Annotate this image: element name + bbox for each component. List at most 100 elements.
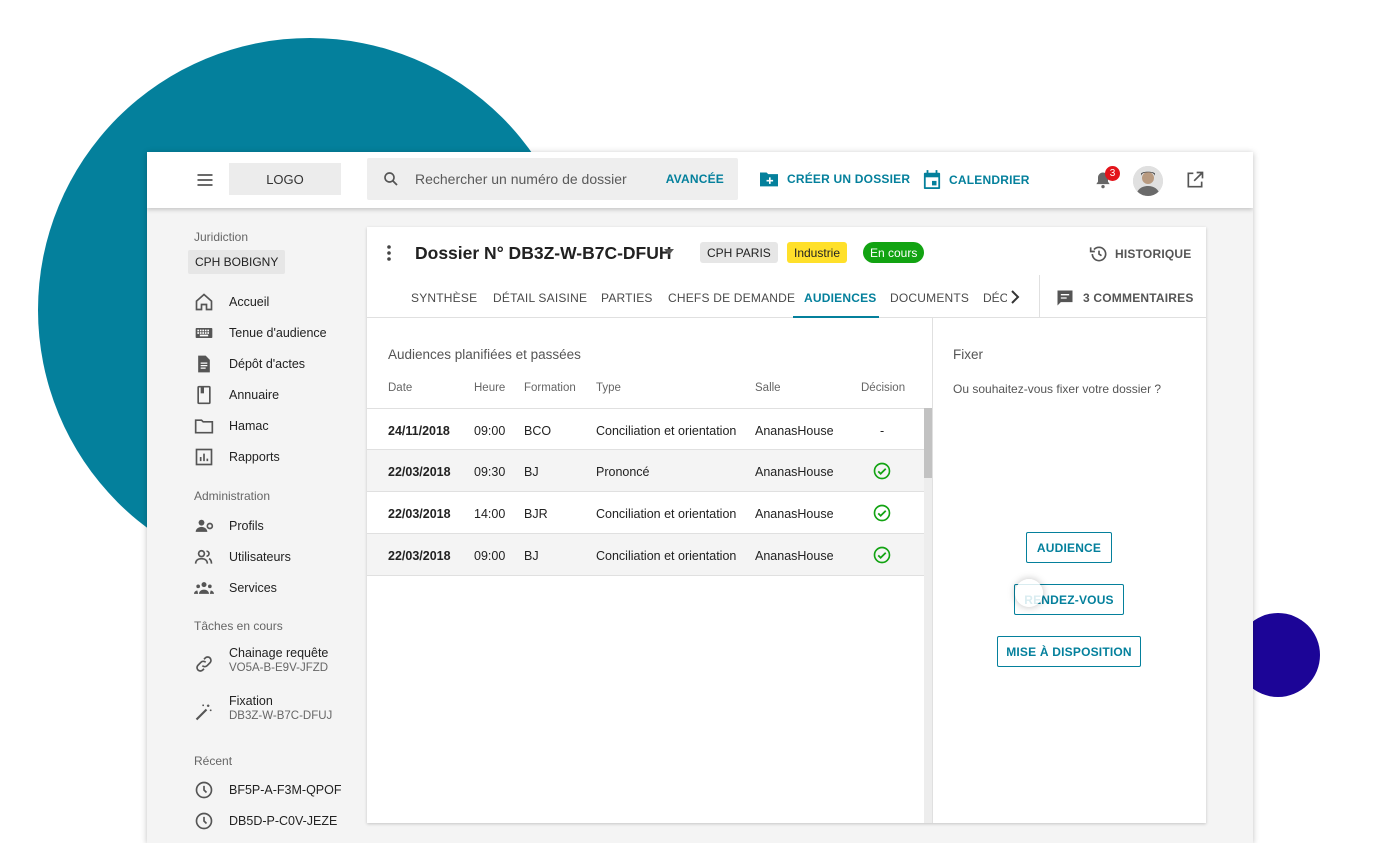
column-header[interactable]: Salle [755,382,781,394]
sidebar-item-utilisateurs[interactable]: Utilisateurs [194,547,291,567]
app-window: LOGO AVANCÉE CRÉER UN DOSSIER CALENDRIER… [147,152,1253,843]
sidebar-item-annuaire[interactable]: Annuaire [194,385,279,405]
sidebar-task-fixation[interactable]: Fixation DB3Z-W-B7C-DFUJ [194,694,332,722]
audience-button[interactable]: AUDIENCE [1026,532,1112,563]
cell-date: 22/03/2018 [388,465,451,479]
column-header[interactable]: Décision [861,382,905,394]
sidebar-item-services[interactable]: Services [194,578,277,598]
comments-button[interactable]: 3 COMMENTAIRES [1055,288,1194,308]
sidebar-item-profils[interactable]: Profils [194,516,264,536]
sidebar-item-hamac[interactable]: Hamac [194,416,269,436]
calendar-button[interactable]: CALENDRIER [923,170,1030,190]
comments-label: 3 COMMENTAIRES [1083,291,1194,305]
caret-down-icon[interactable] [664,249,674,255]
tab-documents[interactable]: DOCUMENTS [890,291,969,305]
calendar-label: CALENDRIER [949,173,1030,187]
tabs-divider [1039,275,1040,317]
check-circle-icon [873,546,891,564]
sidebar-item-label: Profils [229,519,264,533]
fixer-title: Fixer [953,347,983,362]
tab-bar: SYNTHÈSE DÉTAIL SAISINE PARTIES CHEFS DE… [367,275,1206,318]
document-icon [198,355,210,373]
sidebar-item-label: Accueil [229,295,270,309]
tasks-label: Tâches en cours [194,619,283,633]
tab-decisions[interactable]: DÉCISIONS [983,291,1007,305]
tab-audiences[interactable]: AUDIENCES [804,291,876,305]
table-scrollbar-thumb[interactable] [924,408,932,478]
clock-icon [195,812,213,830]
search-input[interactable] [415,166,655,192]
hamburger-menu-icon[interactable] [195,170,215,190]
search-icon[interactable] [382,170,400,188]
table-row[interactable]: 24/11/2018 09:00 BCO Conciliation et ori… [367,408,924,450]
logo[interactable]: LOGO [229,163,341,195]
cell-date: 22/03/2018 [388,549,451,563]
advanced-search-button[interactable]: AVANCÉE [666,172,724,186]
cell-type: Conciliation et orientation [596,424,737,438]
cell-salle: AnanasHouse [755,507,834,521]
sidebar-item-accueil[interactable]: Accueil [194,292,269,312]
sidebar-item-label: Tenue d'audience [229,326,327,340]
column-header[interactable]: Heure [474,382,505,394]
tab-parties[interactable]: PARTIES [601,291,653,305]
panel-divider [932,318,933,823]
history-icon [1089,246,1107,262]
user-avatar[interactable] [1133,166,1163,196]
tab-chefs-demande[interactable]: CHEFS DE DEMANDE [668,291,795,305]
sidebar-recent-item[interactable]: DB5D-P-C0V-JEZE [194,811,337,831]
task-label: Chainage requête [229,646,329,660]
cell-type: Conciliation et orientation [596,507,737,521]
open-external-icon[interactable] [1185,170,1205,190]
column-header[interactable]: Formation [524,382,576,394]
audiences-title: Audiences planifiées et passées [388,347,581,362]
magic-wand-icon [195,704,212,721]
active-tab-indicator [793,316,879,318]
administration-label: Administration [194,489,271,503]
table-row[interactable]: 22/03/2018 14:00 BJR Conciliation et ori… [367,492,924,534]
tab-synthese[interactable]: SYNTHÈSE [411,291,477,305]
cell-type: Prononcé [596,465,650,479]
chevron-right-icon[interactable] [1007,287,1023,307]
cell-date: 22/03/2018 [388,507,451,521]
rendez-vous-button[interactable]: RENDEZ-VOUS [1014,584,1124,615]
clock-icon [195,781,213,799]
recent-label-text: DB5D-P-C0V-JEZE [229,814,338,828]
sidebar-item-depot-actes[interactable]: Dépôt d'actes [194,354,305,374]
cell-salle: AnanasHouse [755,549,834,563]
sidebar-task-chainage[interactable]: Chainage requête VO5A-B-E9V-JFZD [194,646,328,674]
avatar-icon [1133,166,1163,196]
more-vertical-icon[interactable] [385,244,393,262]
task-sub: DB3Z-W-B7C-DFUJ [229,710,333,722]
mise-a-disposition-button[interactable]: MISE À DISPOSITION [997,636,1141,667]
cell-type: Conciliation et orientation [596,549,737,563]
status-badge: En cours [863,242,925,263]
sidebar-item-rapports[interactable]: Rapports [194,447,280,467]
calendar-icon [923,170,941,189]
sidebar-item-label: Utilisateurs [229,550,291,564]
notification-count-badge: 3 [1105,166,1120,181]
cell-salle: AnanasHouse [755,424,834,438]
history-button[interactable]: HISTORIQUE [1089,244,1191,264]
create-folder-button[interactable]: CRÉER UN DOSSIER [759,170,910,188]
group-icon [194,582,214,594]
sidebar-item-tenue-audience[interactable]: Tenue d'audience [194,323,327,343]
cell-heure: 09:30 [474,465,506,479]
juridiction-chip[interactable]: CPH BOBIGNY [188,250,286,274]
search-bar: AVANCÉE [367,158,738,200]
check-circle-icon [873,504,891,522]
column-header[interactable]: Date [388,382,412,394]
tab-detail-saisine[interactable]: DÉTAIL SAISINE [493,291,587,305]
table-row[interactable]: 22/03/2018 09:00 BJ Conciliation et orie… [367,534,924,576]
check-circle-icon [873,462,891,480]
recent-label-text: BF5P-A-F3M-QPOF [229,783,342,797]
sidebar-recent-item[interactable]: BF5P-A-F3M-QPOF [194,780,342,800]
create-folder-icon [760,172,778,187]
column-header[interactable]: Type [596,382,621,394]
cell-heure: 09:00 [474,549,506,563]
cell-date: 24/11/2018 [388,424,450,438]
cell-heure: 14:00 [474,507,506,521]
top-bar: LOGO AVANCÉE CRÉER UN DOSSIER CALENDRIER… [147,152,1253,208]
table-row[interactable]: 22/03/2018 09:30 BJ Prononcé AnanasHouse [367,450,924,492]
sidebar: Juridiction CPH BOBIGNY Accueil Tenue d'… [147,152,367,830]
comment-icon [1057,290,1073,306]
